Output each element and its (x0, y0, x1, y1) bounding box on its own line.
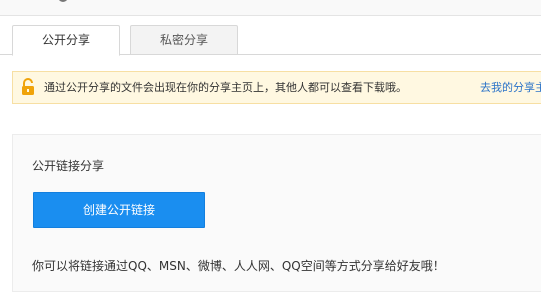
my-share-home-link[interactable]: 去我的分享主页 (480, 72, 541, 103)
tab-public-share[interactable]: 公开分享 (12, 25, 120, 56)
cut-off-header-fragment (58, 0, 68, 2)
panel-title: 公开链接分享 (32, 159, 105, 173)
public-share-notice: 通过公开分享的文件会出现在你的分享主页上，其他人都可以查看下载哦。 去我的分享主… (12, 71, 541, 104)
tab-private-share[interactable]: 私密分享 (130, 25, 238, 55)
share-hint-text: 你可以将链接通过QQ、MSN、微博、人人网、QQ空间等方式分享给好友哦！ (32, 259, 445, 273)
unlock-icon (22, 78, 34, 95)
create-public-link-button[interactable]: 创建公开链接 (33, 192, 205, 228)
top-strip (0, 0, 541, 16)
share-tabs: 公开分享 私密分享 (0, 22, 541, 56)
public-link-panel: 公开链接分享 创建公开链接 你可以将链接通过QQ、MSN、微博、人人网、QQ空间… (12, 134, 541, 292)
notice-text: 通过公开分享的文件会出现在你的分享主页上，其他人都可以查看下载哦。 (44, 81, 407, 94)
